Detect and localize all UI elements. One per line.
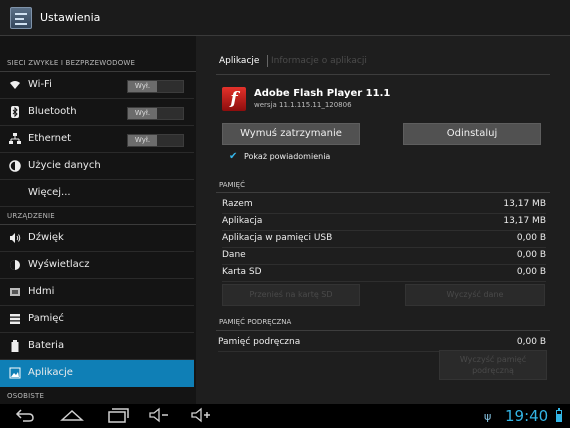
divider <box>216 330 550 331</box>
sidebar-item-label: Użycie danych <box>28 160 101 171</box>
bluetooth-toggle[interactable]: Wył. <box>127 107 184 120</box>
row-label: Aplikacja <box>222 216 263 226</box>
page-title: Ustawienia <box>40 11 101 24</box>
back-icon[interactable] <box>15 407 35 427</box>
data-usage-icon <box>9 160 21 172</box>
clear-cache-label-line2: podręczną <box>472 366 514 375</box>
divider <box>216 192 550 193</box>
cache-section-header: PAMIĘĆ PODRĘCZNA <box>219 318 292 326</box>
tab-separator <box>267 55 268 67</box>
sidebar-item-display[interactable]: Wyświetlacz <box>0 252 194 279</box>
sidebar-item-wifi[interactable]: Wi-Fi Wył. <box>0 72 194 99</box>
status-clock[interactable]: 19:40 <box>505 407 548 425</box>
row-value: 13,17 MB <box>503 199 546 209</box>
row-value: 0,00 B <box>516 233 546 243</box>
display-icon <box>9 259 21 271</box>
sidebar-item-apps[interactable]: Aplikacje <box>0 360 194 387</box>
storage-section-header: PAMIĘĆ <box>219 181 245 189</box>
volume-down-icon[interactable] <box>148 407 170 427</box>
wifi-icon <box>9 79 21 91</box>
tab-apps[interactable]: Aplikacje <box>219 56 259 66</box>
uninstall-button[interactable]: Odinstaluj <box>403 123 541 145</box>
flash-player-icon: f <box>222 87 246 111</box>
ethernet-icon <box>9 133 21 145</box>
sidebar-item-more[interactable]: Więcej... <box>0 180 194 207</box>
row-label: Pamięć podręczna <box>218 337 301 347</box>
sidebar-item-sound[interactable]: Dźwięk <box>0 225 194 252</box>
sidebar-item-label: Ethernet <box>28 133 72 144</box>
section-header-wireless: SIECI ZWYKŁE I BEZPRZEWODOWE <box>0 54 196 72</box>
storage-row-data: Dane 0,00 B <box>222 247 546 265</box>
app-name: Adobe Flash Player 11.1 <box>254 88 391 99</box>
sidebar-item-ethernet[interactable]: Ethernet Wył. <box>0 126 194 153</box>
row-value: 0,00 B <box>516 267 546 277</box>
home-icon[interactable] <box>60 407 84 427</box>
row-label: Dane <box>222 250 246 260</box>
app-details-pane: Aplikacje Informacje o aplikacji f Adobe… <box>196 36 570 404</box>
move-to-sd-button[interactable]: Przenieś na kartę SD <box>222 284 360 306</box>
battery-fill <box>557 414 561 421</box>
storage-row-usb: Aplikacja w pamięci USB 0,00 B <box>222 230 546 248</box>
usb-icon: ψ <box>484 410 492 423</box>
bluetooth-icon <box>9 106 21 118</box>
show-notifications-label: Pokaż powiadomienia <box>244 152 331 161</box>
sidebar-item-label: Dźwięk <box>28 232 64 243</box>
sound-icon <box>9 232 21 244</box>
wifi-toggle[interactable]: Wył. <box>127 80 184 93</box>
storage-row-app: Aplikacja 13,17 MB <box>222 213 546 231</box>
sidebar-item-label: Hdmi <box>28 286 55 297</box>
clear-cache-label-line1: Wyczyść pamięć <box>459 355 527 364</box>
section-header-device: URZĄDZENIE <box>0 207 196 225</box>
settings-sidebar: SIECI ZWYKŁE I BEZPRZEWODOWE Wi-Fi Wył. … <box>0 36 196 404</box>
sidebar-item-data-usage[interactable]: Użycie danych <box>0 153 194 180</box>
row-value: 13,17 MB <box>503 216 546 226</box>
ethernet-toggle[interactable]: Wył. <box>127 134 184 147</box>
force-stop-button[interactable]: Wymuś zatrzymanie <box>222 123 360 145</box>
battery-status-icon[interactable] <box>556 408 562 422</box>
hdmi-icon <box>9 286 21 298</box>
sidebar-item-battery[interactable]: Bateria <box>0 333 194 360</box>
system-bar: ψ 19:40 <box>0 404 570 428</box>
sidebar-item-label: Bateria <box>28 340 65 351</box>
row-value: 0,00 B <box>516 337 546 347</box>
sidebar-item-hdmi[interactable]: Hdmi <box>0 279 194 306</box>
sidebar-item-label: Więcej... <box>28 187 71 198</box>
row-label: Razem <box>222 199 253 209</box>
app-version: wersja 11.1.115.11_120806 <box>254 101 352 109</box>
clear-cache-button[interactable]: Wyczyść pamięć podręczną <box>439 350 547 380</box>
sidebar-item-storage[interactable]: Pamięć <box>0 306 194 333</box>
sidebar-item-label: Wi-Fi <box>28 79 52 90</box>
divider <box>216 74 550 75</box>
section-header-personal: OSOBISTE <box>0 387 196 404</box>
battery-icon <box>9 340 21 352</box>
show-notifications-checkbox[interactable]: ✔ <box>229 152 239 162</box>
action-bar: Ustawienia <box>0 0 570 36</box>
row-value: 0,00 B <box>516 250 546 260</box>
sidebar-item-label: Bluetooth <box>28 106 77 117</box>
toggle-state-label: Wył. <box>128 81 157 92</box>
toggle-state-label: Wył. <box>128 108 157 119</box>
storage-row-sd-card: Karta SD 0,00 B <box>222 264 546 282</box>
recent-apps-icon[interactable] <box>107 407 129 427</box>
storage-icon <box>9 313 21 325</box>
sidebar-item-label: Wyświetlacz <box>28 259 90 270</box>
tab-app-info[interactable]: Informacje o aplikacji <box>271 56 367 66</box>
settings-app-icon[interactable] <box>10 7 32 29</box>
row-label: Aplikacja w pamięci USB <box>222 233 333 243</box>
clear-data-button[interactable]: Wyczyść dane <box>405 284 545 306</box>
sidebar-item-bluetooth[interactable]: Bluetooth Wył. <box>0 99 194 126</box>
sidebar-item-label: Aplikacje <box>28 367 73 378</box>
storage-row-total: Razem 13,17 MB <box>222 196 546 214</box>
sidebar-item-label: Pamięć <box>28 313 64 324</box>
volume-up-icon[interactable] <box>190 407 212 427</box>
row-label: Karta SD <box>222 267 262 277</box>
toggle-state-label: Wył. <box>128 135 157 146</box>
apps-icon <box>9 367 21 379</box>
